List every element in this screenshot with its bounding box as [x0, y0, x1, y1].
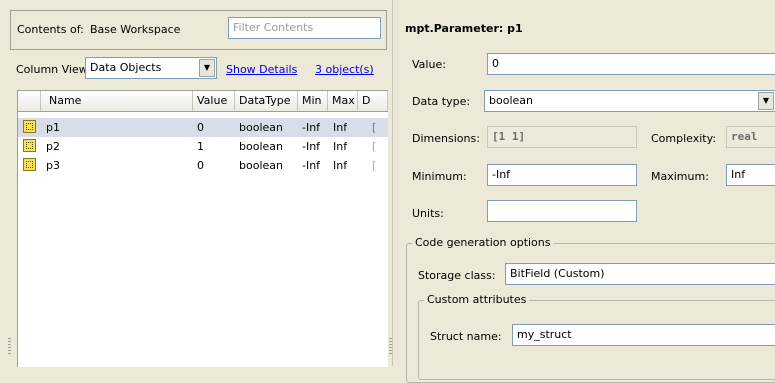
value-label: Value: [412, 58, 446, 71]
units-label: Units: [412, 207, 444, 220]
row-name: p1 [46, 121, 60, 134]
row-max: Inf [333, 140, 348, 153]
object-title: mpt.Parameter: p1 [405, 22, 523, 35]
workspace-name: Base Workspace [90, 23, 181, 36]
maximum-label: Maximum: [651, 170, 709, 183]
units-input[interactable] [487, 200, 637, 222]
column-header-icon [18, 91, 41, 111]
custom-attributes-legend: Custom attributes [424, 293, 530, 306]
table-header: Name Value DataType Min Max D [18, 91, 388, 112]
value-input[interactable]: 0 [487, 53, 775, 75]
storage-class-select[interactable]: BitField (Custom) [505, 263, 775, 285]
table-row[interactable]: p1 0 boolean -Inf Inf [ [18, 118, 388, 137]
parameter-object-icon [23, 158, 36, 171]
table-row[interactable]: p3 0 boolean -Inf Inf [ [18, 156, 388, 175]
row-d: [ [372, 140, 377, 153]
row-max: Inf [333, 159, 348, 172]
dimensions-label: Dimensions: [412, 132, 480, 145]
column-header-value[interactable]: Value [193, 91, 235, 111]
column-header-max[interactable]: Max [328, 91, 358, 111]
pane-splitter[interactable] [392, 0, 393, 366]
row-min: -Inf [302, 140, 321, 153]
row-datatype: boolean [239, 121, 283, 134]
row-datatype: boolean [239, 140, 283, 153]
column-view-label: Column View: [16, 63, 91, 76]
row-d: [ [372, 159, 377, 172]
row-value: 0 [197, 159, 204, 172]
dimensions-field: [1 1] [487, 126, 637, 148]
row-value: 1 [197, 140, 204, 153]
row-name: p2 [46, 140, 60, 153]
left-resize-grip-icon[interactable] [8, 338, 11, 354]
data-type-label: Data type: [412, 95, 471, 108]
row-d: [ [372, 121, 377, 134]
struct-name-input[interactable]: my_struct [512, 324, 775, 346]
complexity-field: real [726, 126, 775, 148]
table-row[interactable]: p2 1 boolean -Inf Inf [ [18, 137, 388, 156]
row-name: p3 [46, 159, 60, 172]
parameter-object-icon [23, 139, 36, 152]
column-view-value: Data Objects [90, 61, 162, 74]
dropdown-arrow-icon[interactable]: ▼ [199, 59, 215, 77]
object-count-link[interactable]: 3 object(s) [315, 63, 374, 76]
row-min: -Inf [302, 159, 321, 172]
minimum-label: Minimum: [412, 170, 467, 183]
storage-class-value: BitField (Custom) [510, 267, 605, 280]
data-objects-table: Name Value DataType Min Max D p1 0 boole… [17, 90, 388, 367]
dropdown-arrow-icon[interactable]: ▼ [758, 92, 774, 110]
storage-class-label: Storage class: [418, 269, 496, 282]
row-min: -Inf [302, 121, 321, 134]
code-generation-legend: Code generation options [412, 236, 554, 249]
column-view-select[interactable]: Data Objects ▼ [85, 57, 217, 79]
column-header-datatype[interactable]: DataType [235, 91, 298, 111]
column-header-min[interactable]: Min [298, 91, 328, 111]
parameter-object-icon [23, 120, 36, 133]
complexity-label: Complexity: [651, 132, 717, 145]
contents-of-label: Contents of: [17, 23, 84, 36]
contents-header-panel: Contents of: Base Workspace Filter Conte… [10, 10, 387, 50]
data-type-select[interactable]: boolean ▼ [484, 90, 775, 112]
column-header-name[interactable]: Name [41, 91, 193, 111]
data-type-value: boolean [489, 94, 533, 107]
struct-name-label: Struct name: [430, 330, 502, 343]
maximum-input[interactable]: Inf [726, 164, 775, 186]
row-datatype: boolean [239, 159, 283, 172]
show-details-link[interactable]: Show Details [226, 63, 297, 76]
row-value: 0 [197, 121, 204, 134]
filter-contents-input[interactable]: Filter Contents [228, 17, 381, 39]
row-max: Inf [333, 121, 348, 134]
column-header-d[interactable]: D [358, 91, 388, 111]
minimum-input[interactable]: -Inf [487, 164, 637, 186]
